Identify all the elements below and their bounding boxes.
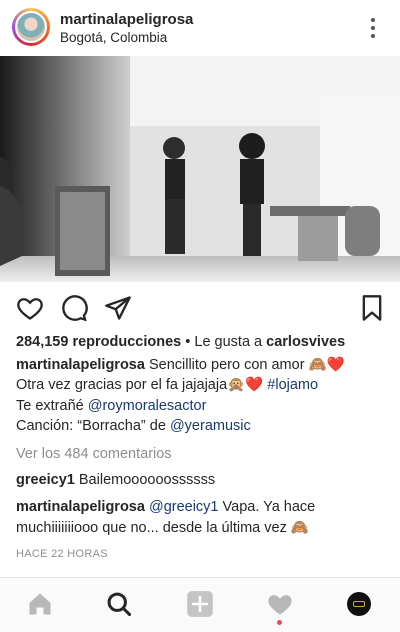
liked-by-label: Le gusta a (194, 334, 263, 350)
caption-text-1: Sencillito pero con amor 🙈❤️ (148, 357, 345, 373)
comment-text: Vapa. Ya hace (222, 499, 316, 515)
caption-text-3: Te extrañé (16, 398, 84, 414)
post-actions (0, 282, 400, 330)
post-username[interactable]: martinalapeligrosa (60, 11, 193, 28)
avatar[interactable] (12, 8, 50, 46)
bottom-nav (0, 577, 400, 632)
activity-icon[interactable] (266, 590, 294, 618)
caption-line-2: Otra vez gracias por el fa jajajaja🙊❤️ #… (16, 375, 318, 395)
comment-user[interactable]: martinalapeligrosa (16, 499, 145, 515)
mention-link[interactable]: @yeramusic (170, 418, 251, 434)
mention-link[interactable]: @roymoralesactor (88, 398, 207, 414)
comment: martinalapeligrosa @greeicy1 Vapa. Ya ha… (16, 497, 315, 517)
notification-dot (277, 620, 282, 625)
search-icon[interactable] (105, 590, 133, 618)
post-media[interactable] (0, 56, 400, 282)
view-all-comments[interactable]: Ver los 484 comentarios (16, 444, 172, 464)
mention-link[interactable]: @greeicy1 (149, 499, 219, 515)
profile-icon[interactable] (347, 592, 371, 616)
post-timestamp: HACE 22 HORAS (16, 548, 108, 560)
comment-text: Bailemoooooossssss (78, 472, 216, 488)
comment-user[interactable]: greeicy1 (16, 472, 75, 488)
comment-continued: muchiiiiiiiooo que no... desde la última… (16, 520, 309, 536)
post-location[interactable]: Bogotá, Colombia (60, 30, 167, 45)
bookmark-icon[interactable] (358, 294, 386, 322)
views-count[interactable]: 284,159 reproducciones (16, 334, 181, 350)
more-options-icon[interactable] (366, 16, 380, 40)
caption-line-3: Te extrañé @roymoralesactor (16, 396, 206, 416)
hashtag-link[interactable]: #lojamo (267, 377, 318, 393)
caption-text-2: Otra vez gracias por el fa jajajaja🙊❤️ (16, 377, 264, 393)
post-header: martinalapeligrosa Bogotá, Colombia (0, 0, 400, 56)
comment-icon[interactable] (60, 294, 88, 322)
views-row: 284,159 reproducciones • Le gusta a carl… (16, 334, 346, 350)
comment: greeicy1 Bailemoooooossssss (16, 470, 215, 490)
share-icon[interactable] (104, 294, 132, 322)
caption-line-1: martinalapeligrosa Sencillito pero con a… (16, 355, 345, 375)
caption-line-4: Canción: “Borracha” de @yeramusic (16, 416, 251, 436)
liked-by-user[interactable]: carlosvives (266, 334, 345, 350)
caption-author[interactable]: martinalapeligrosa (16, 357, 145, 373)
home-icon[interactable] (26, 590, 54, 618)
add-icon[interactable] (186, 590, 214, 618)
heart-icon[interactable] (16, 294, 44, 322)
caption-text-4: Canción: “Borracha” de (16, 418, 166, 434)
